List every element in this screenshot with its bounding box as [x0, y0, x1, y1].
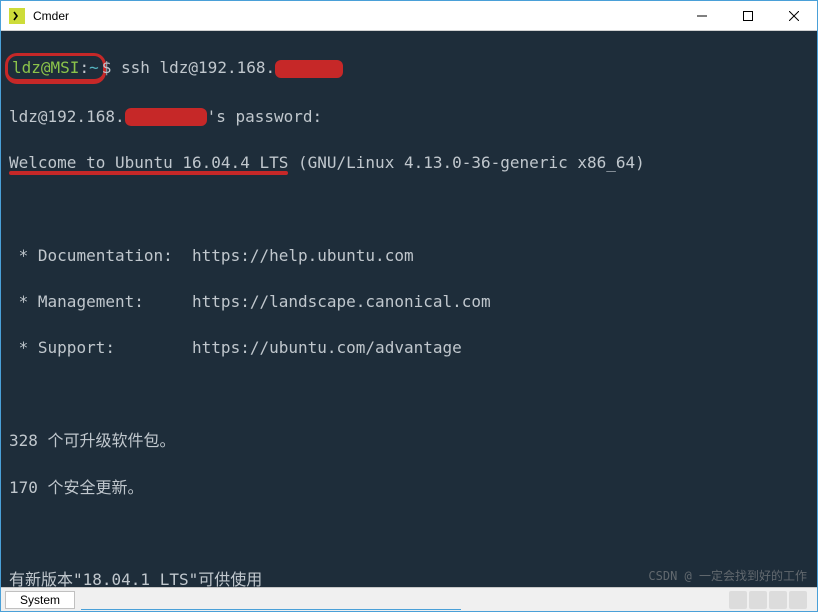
close-button[interactable]: [771, 1, 817, 31]
password-line: ldz@192.168.'s password:: [9, 105, 809, 128]
maximize-button[interactable]: [725, 1, 771, 31]
watermark: CSDN @ 一定会找到好的工作: [648, 568, 807, 585]
window-title: Cmder: [33, 9, 69, 23]
updates-2: 170 个安全更新。: [9, 476, 809, 499]
supp-line: * Support: https://ubuntu.com/advantage: [9, 336, 809, 359]
mgmt-line: * Management: https://landscape.canonica…: [9, 290, 809, 313]
app-icon: [9, 8, 25, 24]
statusbar: System: [1, 587, 817, 611]
tray-icon[interactable]: [769, 591, 787, 609]
tray-icon[interactable]: [729, 591, 747, 609]
titlebar[interactable]: Cmder: [1, 1, 817, 31]
minimize-button[interactable]: [679, 1, 725, 31]
prompt-line-1: ldz@MSI:~$ ssh ldz@192.168.: [9, 56, 809, 81]
status-tray: [729, 591, 807, 609]
terminal-area[interactable]: ldz@MSI:~$ ssh ldz@192.168. ldz@192.168.…: [1, 31, 817, 587]
tray-icon[interactable]: [789, 591, 807, 609]
tray-icon[interactable]: [749, 591, 767, 609]
welcome-line: Welcome to Ubuntu 16.04.4 LTS (GNU/Linux…: [9, 151, 809, 174]
app-window: Cmder ldz@MSI:~$ ssh ldz@192.168. ldz@19…: [0, 0, 818, 612]
updates-1: 328 个可升级软件包。: [9, 429, 809, 452]
tab-system[interactable]: System: [5, 591, 75, 609]
doc-line: * Documentation: https://help.ubuntu.com: [9, 244, 809, 267]
status-search-input[interactable]: [81, 590, 461, 610]
